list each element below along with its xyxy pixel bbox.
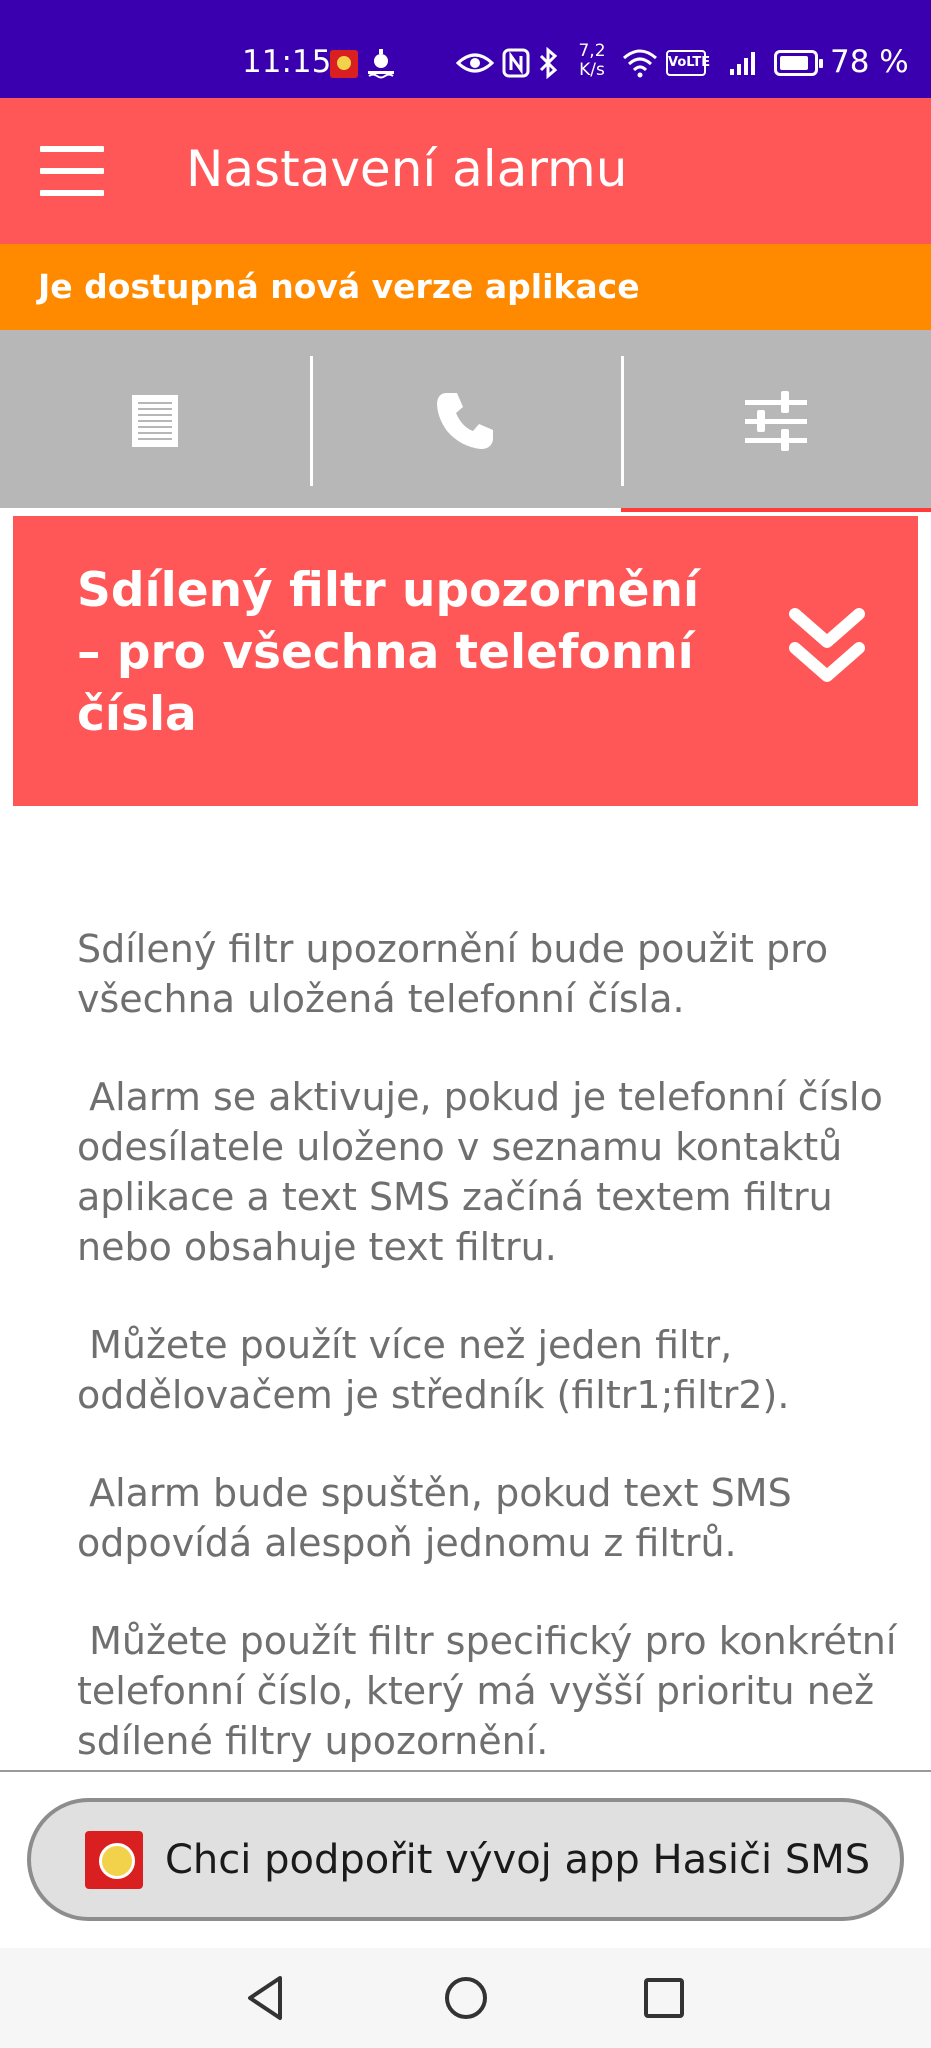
description-paragraph: Můžete použít filtr specifický pro konkr…	[77, 1619, 909, 1763]
shared-filter-header[interactable]: Sdílený filtr upozornění – pro všechna t…	[13, 516, 918, 806]
support-development-button[interactable]: Chci podpořit vývoj app Hasiči SMS	[27, 1798, 904, 1921]
hamburger-menu-icon[interactable]	[40, 146, 104, 196]
description-paragraph: Alarm se aktivuje, pokud je telefonní čí…	[77, 1075, 895, 1269]
eye-icon	[456, 46, 494, 80]
tab-filter-settings[interactable]	[620, 330, 931, 512]
shared-filter-title: Sdílený filtr upozornění – pro všechna t…	[77, 563, 700, 742]
bluetooth-icon	[538, 46, 558, 80]
status-time: 11:15	[242, 44, 332, 80]
home-icon[interactable]	[440, 1972, 492, 2024]
filter-description: Sdílený filtr upozornění bude použit pro…	[77, 924, 907, 1814]
phone-icon	[437, 393, 494, 449]
description-paragraph: Sdílený filtr upozornění bude použit pro…	[77, 927, 841, 1021]
page-title: Nastavení alarmu	[186, 140, 628, 198]
tab-log[interactable]	[0, 330, 311, 512]
description-paragraph: Můžete použít více než jeden filtr, oddě…	[77, 1323, 790, 1417]
battery-percent: 78 %	[830, 44, 909, 80]
support-button-label: Chci podpořit vývoj app Hasiči SMS	[165, 1836, 871, 1883]
sliders-icon	[744, 391, 807, 451]
description-paragraph: Alarm bude spuštěn, pokud text SMS odpov…	[77, 1471, 804, 1565]
alarm-icon	[366, 46, 396, 80]
recents-icon[interactable]	[638, 1972, 690, 2024]
app-notification-icon	[330, 50, 358, 78]
back-icon[interactable]	[240, 1972, 292, 2024]
hasici-app-icon	[85, 1830, 143, 1889]
speed-value: 7,2	[578, 41, 606, 61]
system-nav-bar	[0, 1948, 931, 2048]
network-speed: 7,2 K/s	[574, 42, 610, 80]
update-banner[interactable]: Je dostupná nová verze aplikace	[0, 244, 931, 330]
divider	[0, 1770, 931, 1772]
nfc-icon	[502, 46, 530, 80]
double-chevron-down-icon[interactable]	[787, 606, 867, 690]
status-bar: 11:15 7,2 K/s VoLTE 78 %	[0, 0, 931, 98]
app-bar: Nastavení alarmu	[0, 98, 931, 244]
signal-icon	[728, 46, 758, 80]
tab-phone[interactable]	[310, 330, 621, 512]
speed-unit: K/s	[579, 60, 605, 80]
battery-icon	[774, 50, 823, 76]
document-icon	[132, 395, 179, 447]
tab-bar	[0, 330, 931, 512]
wifi-icon	[622, 46, 658, 80]
volte-badge: VoLTE	[666, 50, 710, 76]
